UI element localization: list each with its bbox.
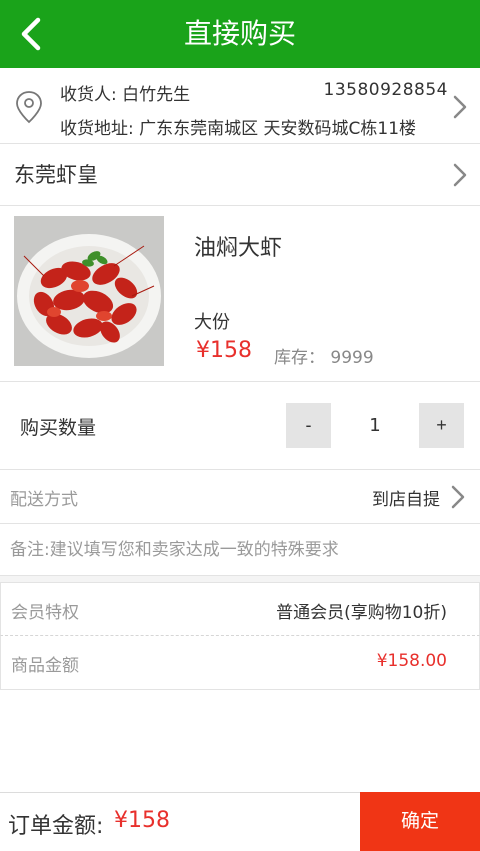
delivery-method-value: 到店自提 — [372, 490, 440, 510]
product-image — [14, 216, 164, 366]
quantity-label: 购买数量 — [20, 417, 97, 439]
chevron-right-icon — [451, 485, 465, 509]
membership-value: 普通会员(享购物10折) — [276, 603, 447, 623]
order-total-value: ¥158 — [114, 808, 170, 833]
membership-row: 会员特权 普通会员(享购物10折) — [0, 582, 480, 636]
store-name: 东莞虾皇 — [14, 163, 98, 187]
confirm-button[interactable]: 确定 — [360, 792, 480, 851]
goods-amount-row: 商品金额 ¥158.00 — [0, 636, 480, 690]
membership-label: 会员特权 — [11, 603, 79, 623]
product-price: ¥158 — [196, 338, 252, 363]
checkout-bar: 订单金额: ¥158 确定 — [0, 792, 480, 851]
shipping-address: 收货地址: 广东东莞南城区 天安数码城C栋11楼 — [60, 119, 417, 139]
product-spec: 大份 — [194, 312, 230, 333]
shipping-address-row[interactable]: 收货人: 白竹先生 13580928854 收货地址: 广东东莞南城区 天安数码… — [0, 68, 480, 144]
delivery-method-row[interactable]: 配送方式 到店自提 — [0, 470, 480, 524]
store-row[interactable]: 东莞虾皇 — [0, 144, 480, 206]
quantity-value[interactable]: 1 — [345, 403, 405, 448]
product-stock: 库存： 9999 — [274, 348, 374, 368]
top-bar: 直接购买 — [0, 0, 480, 68]
location-pin-icon — [16, 91, 42, 124]
remark-input[interactable] — [10, 534, 470, 566]
quantity-decrease-button[interactable]: - — [286, 403, 331, 448]
quantity-increase-button[interactable]: + — [419, 403, 464, 448]
remark-row — [0, 524, 480, 576]
page-title: 直接购买 — [183, 17, 296, 50]
quantity-row: 购买数量 - 1 + — [0, 382, 480, 470]
order-total-label: 订单金额: — [8, 814, 104, 839]
goods-amount-label: 商品金额 — [11, 656, 79, 676]
receiver-name: 收货人: 白竹先生 — [60, 85, 191, 105]
receiver-phone: 13580928854 — [323, 80, 448, 100]
product-name: 油焖大虾 — [194, 236, 283, 261]
chevron-right-icon — [453, 163, 467, 187]
delivery-method-label: 配送方式 — [10, 490, 78, 510]
chevron-right-icon — [453, 95, 467, 119]
goods-amount-value: ¥158.00 — [376, 651, 447, 671]
product-card: 油焖大虾 大份 ¥158 库存： 9999 — [0, 206, 480, 382]
